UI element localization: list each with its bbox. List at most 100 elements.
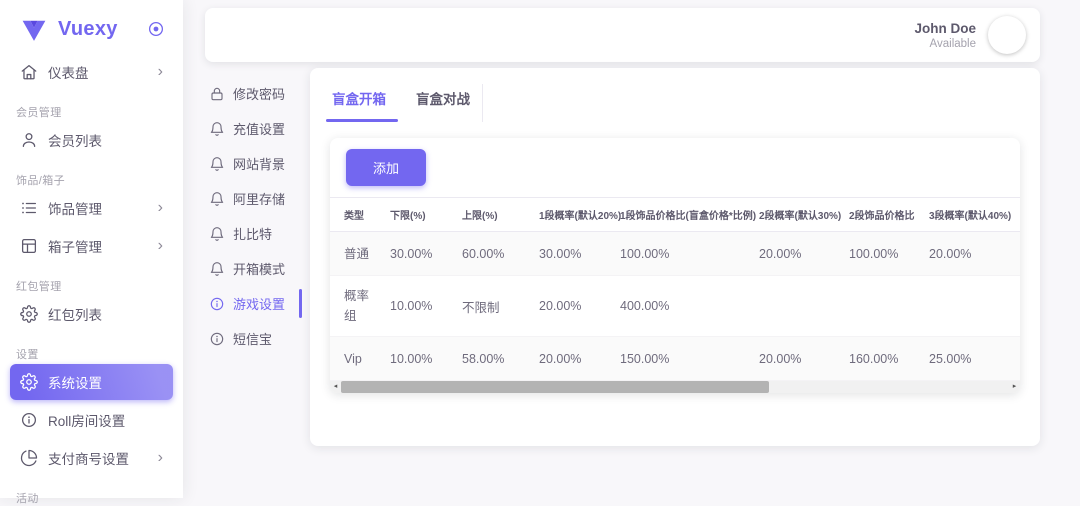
settings-nav: 修改密码 充值设置 网站背景 阿里存储 扎比特 (205, 68, 300, 498)
table-cell: 20.00% (755, 232, 845, 276)
table-toolbar: 添加 (330, 138, 1020, 197)
table-cell: 100.00% (616, 232, 755, 276)
table-header-row: 类型 下限(%) 上限(%) 1段概率(默认20%) 1段饰品价格比(盲盒价格*… (330, 198, 1020, 232)
chevron-right-icon: › (158, 238, 163, 254)
table-cell: 不限制 (458, 276, 535, 337)
horizontal-scrollbar[interactable]: ◂ ▸ (330, 381, 1020, 393)
col-header-upper-limit: 上限(%) (458, 198, 535, 232)
bell-icon (209, 156, 225, 172)
table-cell: 普通 (330, 232, 386, 276)
settings-nav-item-ali-storage[interactable]: 阿里存储 (205, 181, 300, 216)
table-cell: 25.00% (925, 337, 1020, 381)
table-cell: 20.00% (535, 276, 616, 337)
sidebar-item-dashboard[interactable]: 仪表盘 › (10, 54, 173, 90)
sidebar-item-label: 饰品管理 (48, 198, 158, 218)
table-cell: 30.00% (535, 232, 616, 276)
sidebar-item-box-management[interactable]: 箱子管理 › (10, 228, 173, 264)
table-card: 添加 类型 下限(%) 上限(%) 1段概率(默认20%) (330, 138, 1020, 393)
table-cell: 58.00% (458, 337, 535, 381)
col-header-seg3-prob: 3段概率(默认40%) (925, 198, 1020, 232)
col-header-seg1-price-ratio: 1段饰品价格比(盲盒价格*比例) (616, 198, 755, 232)
settings-nav-label: 充值设置 (233, 119, 285, 138)
settings-nav-item-zhabite[interactable]: 扎比特 (205, 216, 300, 251)
top-header: John Doe Available (205, 8, 1040, 62)
settings-page: 修改密码 充值设置 网站背景 阿里存储 扎比特 (205, 68, 1040, 498)
sidebar-item-label: 会员列表 (48, 130, 163, 150)
table-cell (845, 276, 925, 337)
chevron-right-icon: › (158, 64, 163, 80)
data-table: 类型 下限(%) 上限(%) 1段概率(默认20%) 1段饰品价格比(盲盒价格*… (330, 197, 1020, 381)
sidebar-item-label: 红包列表 (48, 304, 163, 324)
cell-type: Vip (344, 349, 370, 369)
sidebar-item-label: 箱子管理 (48, 236, 158, 256)
col-header-lower-limit: 下限(%) (386, 198, 458, 232)
user-status: Available (914, 38, 976, 50)
tab-blindbox-battle[interactable]: 盲盒对战 (414, 88, 472, 108)
sidebar-item-item-management[interactable]: 饰品管理 › (10, 190, 173, 226)
chevron-right-icon: › (158, 200, 163, 216)
list-icon (20, 199, 38, 217)
settings-nav-item-game-settings[interactable]: 游戏设置 (205, 286, 300, 321)
bell-icon (209, 121, 225, 137)
col-header-type: 类型 (330, 198, 386, 232)
info-icon (20, 411, 38, 429)
sidebar-section-activity: 活动 (16, 490, 183, 506)
main-area: John Doe Available 修改密码 充值设置 网站背景 (183, 0, 1080, 498)
table-cell: Vip (330, 337, 386, 381)
col-header-seg2-prob: 2段概率(默认30%) (755, 198, 845, 232)
user-icon (20, 131, 38, 149)
table-row: 普通 30.00% 60.00% 30.00% 100.00% 20.00% 1… (330, 232, 1020, 276)
chevron-right-icon: › (158, 450, 163, 466)
user-name: John Doe (914, 21, 976, 36)
bell-icon (209, 261, 225, 277)
settings-nav-label: 游戏设置 (233, 294, 285, 313)
settings-nav-item-recharge-settings[interactable]: 充值设置 (205, 111, 300, 146)
sidebar-item-label: 系统设置 (48, 372, 163, 392)
brand: Vuexy (0, 10, 183, 48)
table-cell: 160.00% (845, 337, 925, 381)
settings-nav-item-sms-bao[interactable]: 短信宝 (205, 321, 300, 356)
sidebar-section-redpacket: 红包管理 (16, 278, 183, 294)
table-cell (925, 276, 1020, 337)
sidebar-item-label: Roll房间设置 (48, 410, 163, 430)
scroll-right-icon[interactable]: ▸ (1009, 381, 1020, 393)
info-icon (209, 331, 225, 347)
scroll-thumb[interactable] (341, 381, 769, 393)
table-cell: 20.00% (755, 337, 845, 381)
table-cell: 60.00% (458, 232, 535, 276)
settings-nav-item-change-password[interactable]: 修改密码 (205, 76, 300, 111)
table-cell: 30.00% (386, 232, 458, 276)
settings-nav-label: 修改密码 (233, 84, 285, 103)
settings-nav-label: 扎比特 (233, 224, 272, 243)
tab-blindbox-open[interactable]: 盲盒开箱 (330, 88, 388, 108)
sidebar-item-roll-room-settings[interactable]: Roll房间设置 (10, 402, 173, 438)
sidebar-item-system-settings[interactable]: 系统设置 (10, 364, 173, 400)
sidebar-item-label: 支付商号设置 (48, 448, 158, 468)
table-cell: 10.00% (386, 276, 458, 337)
box-icon (20, 237, 38, 255)
settings-nav-label: 开箱模式 (233, 259, 285, 278)
sidebar-item-redpacket-list[interactable]: 红包列表 (10, 296, 173, 332)
settings-nav-label: 阿里存储 (233, 189, 285, 208)
settings-nav-item-site-background[interactable]: 网站背景 (205, 146, 300, 181)
scroll-left-icon[interactable]: ◂ (330, 381, 341, 393)
sidebar-item-member-list[interactable]: 会员列表 (10, 122, 173, 158)
pie-icon (20, 449, 38, 467)
sidebar-item-payment-merchant-settings[interactable]: 支付商号设置 › (10, 440, 173, 476)
table-cell: 150.00% (616, 337, 755, 381)
app: Vuexy 仪表盘 › 会员管理 会员列表 饰品/箱子 饰品管理 › (0, 0, 1080, 498)
sidebar-nav: 仪表盘 › 会员管理 会员列表 饰品/箱子 饰品管理 › 箱子管理 › 红包管理 (0, 54, 183, 506)
bell-icon (209, 226, 225, 242)
table-cell: 10.00% (386, 337, 458, 381)
sidebar-toggle-icon[interactable] (147, 20, 165, 38)
bell-icon (209, 191, 225, 207)
table-cell (755, 276, 845, 337)
lock-icon (209, 86, 225, 102)
vuexy-logo-icon (20, 17, 48, 42)
avatar[interactable] (988, 16, 1026, 54)
settings-nav-item-open-box-mode[interactable]: 开箱模式 (205, 251, 300, 286)
brand-name: Vuexy (58, 18, 147, 41)
table-cell: 20.00% (925, 232, 1020, 276)
add-button[interactable]: 添加 (346, 149, 426, 186)
user-meta: John Doe Available (914, 21, 976, 50)
